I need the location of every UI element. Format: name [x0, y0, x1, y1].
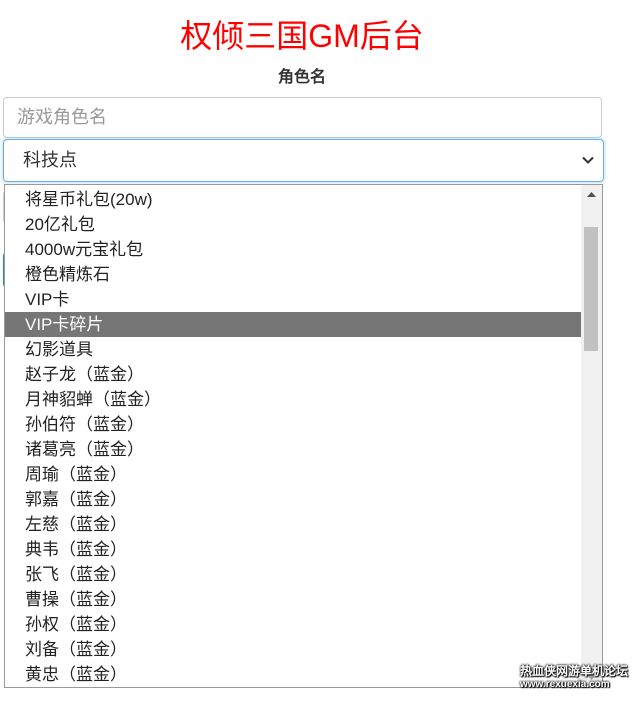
dropdown-scrollbar[interactable] — [581, 185, 602, 687]
dropdown-option[interactable]: 张飞（蓝金） — [5, 562, 582, 587]
dropdown-option[interactable]: 刘备（蓝金） — [5, 637, 582, 662]
watermark: 热血侠网游单机论坛 www.rexuexia.com — [520, 664, 636, 692]
scroll-up-arrow-icon[interactable] — [581, 185, 602, 205]
page-title: 权倾三国GM后台 — [180, 18, 424, 54]
role-name-label: 角色名 — [277, 69, 326, 86]
dropdown-option[interactable]: 左慈（蓝金） — [5, 512, 582, 537]
item-dropdown-list[interactable]: 将星币礼包(20w) 20亿礼包 4000w元宝礼包 橙色精炼石 VIP卡 VIP卡碎片幻… — [4, 184, 603, 688]
dropdown-option[interactable]: 孙伯符（蓝金） — [5, 412, 582, 437]
dropdown-option[interactable]: VIP卡碎片 — [5, 312, 582, 337]
dropdown-option[interactable]: 橙色精炼石 — [5, 262, 582, 287]
dropdown-option[interactable]: 周瑜（蓝金） — [5, 462, 582, 487]
item-select[interactable]: 科技点 — [3, 139, 604, 182]
watermark-url: www.rexuexia.com — [520, 679, 610, 690]
chevron-down-icon — [582, 156, 594, 164]
scrollbar-thumb[interactable] — [584, 227, 598, 351]
item-select-value: 科技点 — [23, 150, 77, 170]
dropdown-option[interactable]: 将星币礼包(20w) — [5, 187, 582, 212]
dropdown-option[interactable]: 月神貂蝉（蓝金） — [5, 387, 582, 412]
dropdown-option[interactable]: 赵子龙（蓝金） — [5, 362, 582, 387]
dropdown-option[interactable]: 典韦（蓝金） — [5, 537, 582, 562]
dropdown-option[interactable]: 4000w元宝礼包 — [5, 237, 582, 262]
dropdown-option[interactable]: 黄忠（蓝金） — [5, 662, 582, 687]
dropdown-option[interactable]: 诸葛亮（蓝金） — [5, 437, 582, 462]
watermark-text: 热血侠网游单机论坛 — [520, 664, 629, 678]
dropdown-option[interactable]: 20亿礼包 — [5, 212, 582, 237]
dropdown-option[interactable]: VIP卡 — [5, 287, 582, 312]
dropdown-option[interactable]: 孙权（蓝金） — [5, 612, 582, 637]
dropdown-option[interactable]: 幻影道具 — [5, 337, 582, 362]
dropdown-option[interactable]: 郭嘉（蓝金） — [5, 487, 582, 512]
role-name-input[interactable] — [3, 97, 602, 138]
dropdown-option[interactable]: 曹操（蓝金） — [5, 587, 582, 612]
